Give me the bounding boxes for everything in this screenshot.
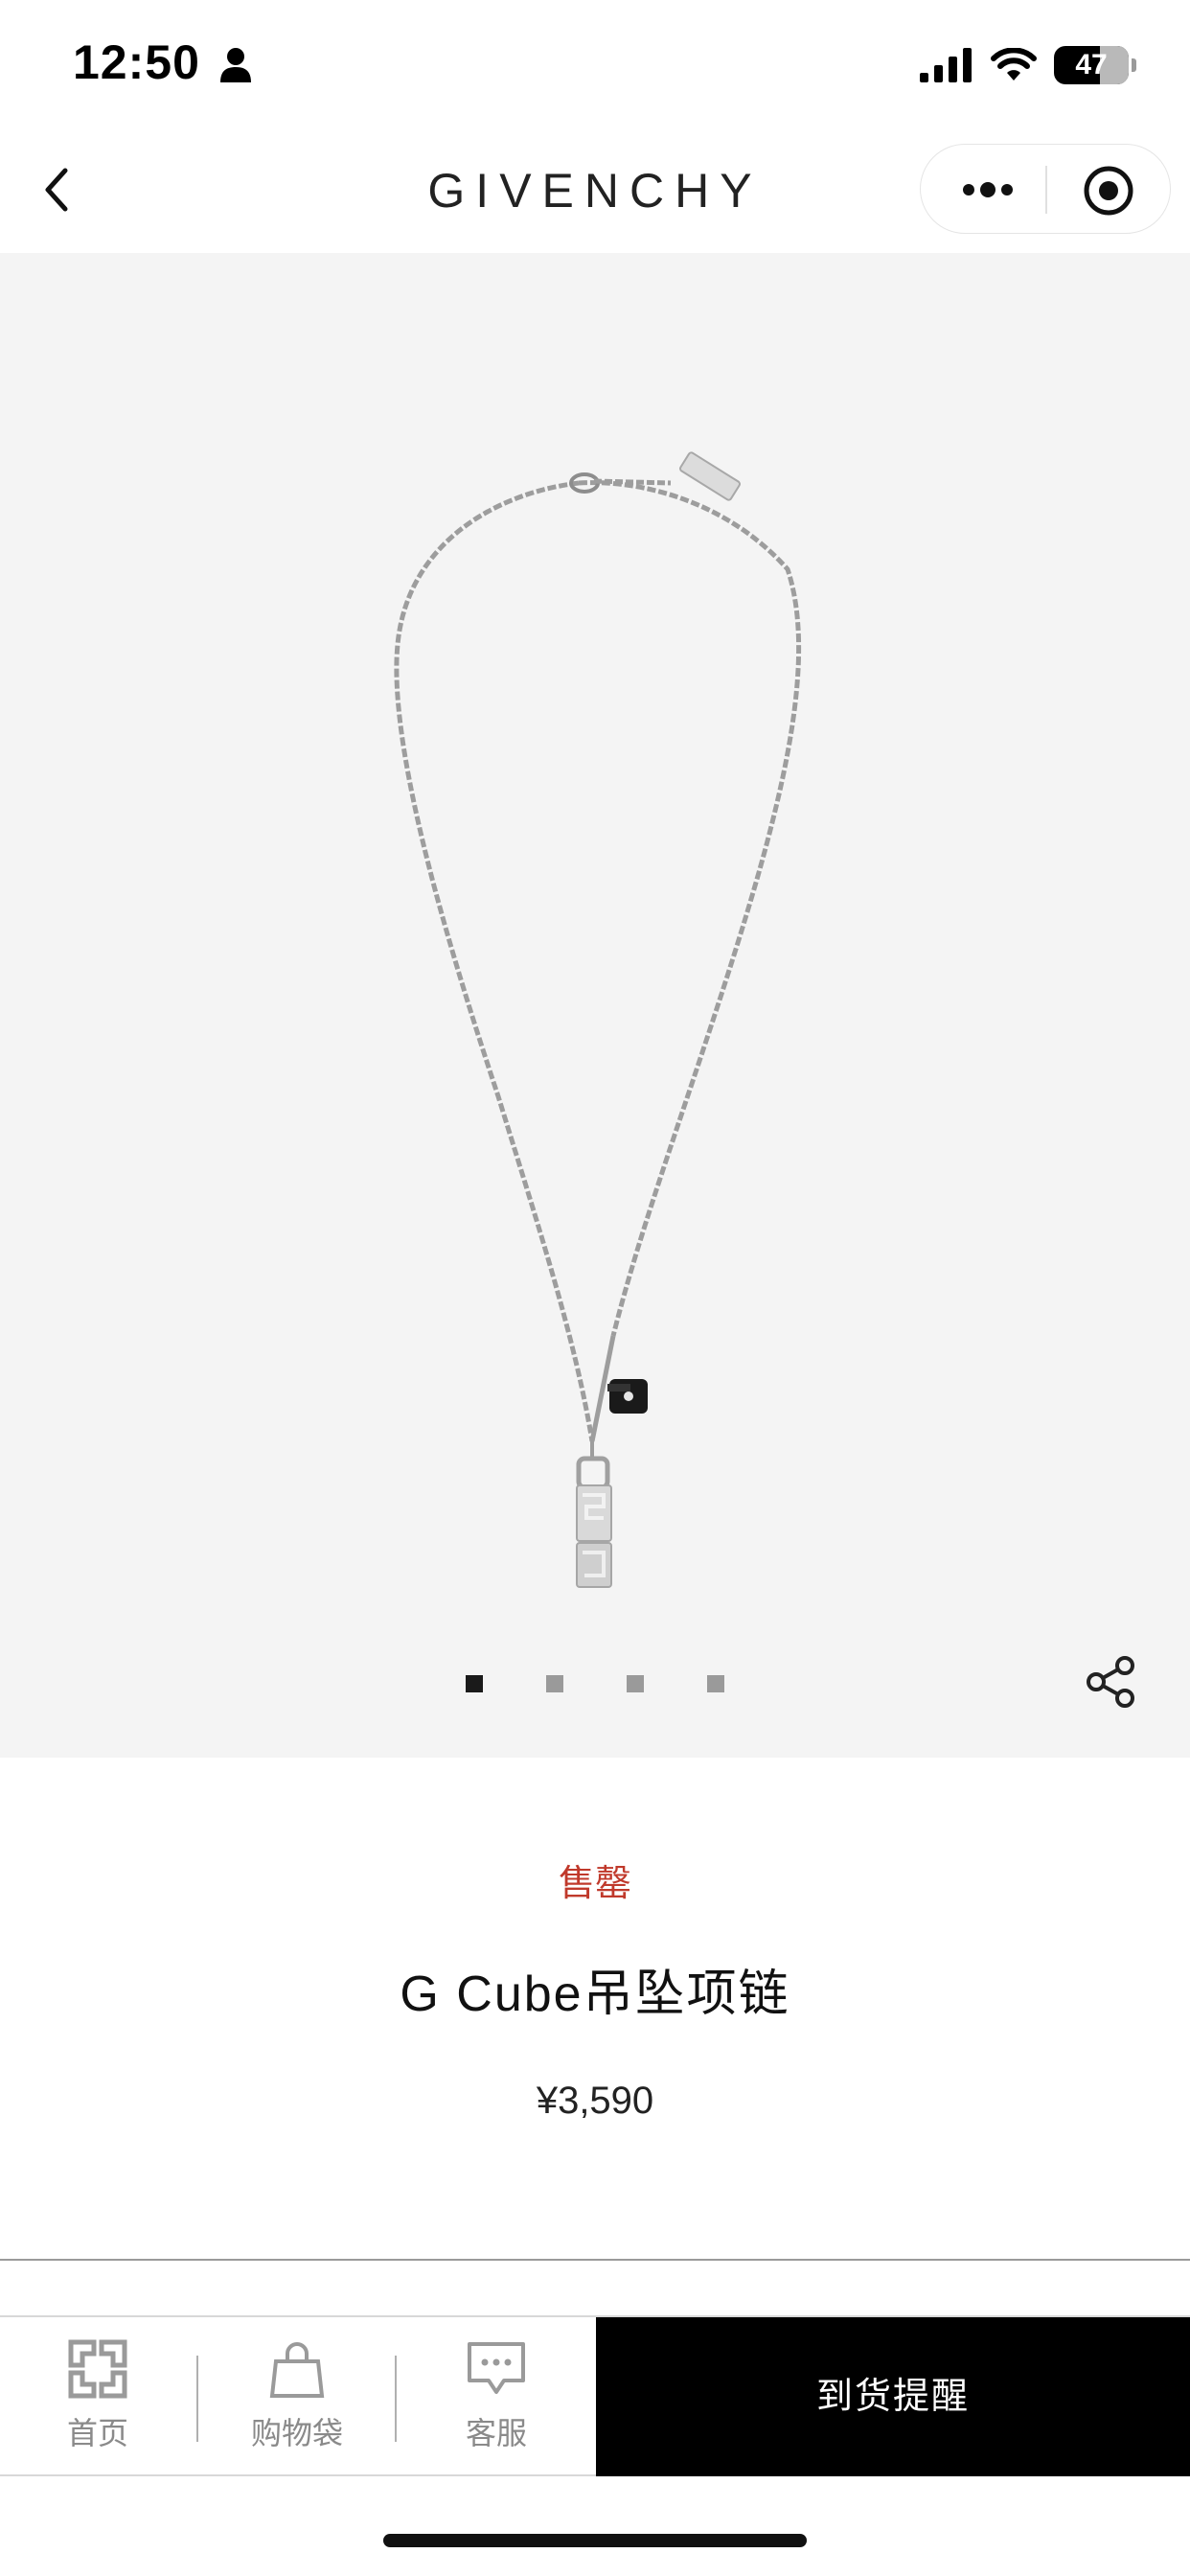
restock-notify-button[interactable]: 到货提醒 [596, 2317, 1190, 2476]
home-logo-icon [68, 2339, 127, 2399]
carousel-dot[interactable] [466, 1675, 483, 1692]
sold-out-label: 售罄 [558, 1862, 631, 1904]
nav-bar: GIVENCHY [0, 126, 1190, 253]
tab-home[interactable]: 首页 [31, 2338, 165, 2463]
product-name: G Cube吊坠项链 [400, 1966, 790, 2022]
share-icon[interactable] [1083, 1654, 1138, 1710]
shopping-bag-icon [269, 2342, 325, 2398]
signal-icon [920, 48, 972, 82]
home-indicator[interactable] [383, 2534, 807, 2547]
mini-program-capsule [920, 144, 1171, 234]
tab-customer-service[interactable]: 客服 [429, 2338, 563, 2463]
battery-icon: 47 [1054, 46, 1136, 84]
tab-shopping-bag[interactable]: 购物袋 [230, 2338, 364, 2463]
carousel-dot[interactable] [707, 1675, 724, 1692]
tab-customer-service-label: 客服 [465, 2415, 527, 2451]
carousel-dot[interactable] [546, 1675, 563, 1692]
bottom-action-bar: 首页 购物袋 客服 到货提醒 [0, 2315, 1190, 2476]
tab-home-label: 首页 [66, 2415, 128, 2451]
carousel-indicator [466, 1675, 724, 1692]
capsule-divider [1045, 166, 1047, 214]
status-indicators: 47 [920, 42, 1136, 88]
person-icon [220, 48, 251, 82]
tab-shopping-bag-label: 购物袋 [250, 2415, 343, 2451]
chat-icon [468, 2342, 525, 2394]
status-bar: 12:50 47 [0, 0, 1190, 126]
more-icon[interactable] [959, 166, 1017, 214]
product-gallery[interactable] [0, 253, 1190, 1758]
close-mini-program-icon[interactable] [1082, 164, 1135, 218]
tab-divider [196, 2356, 198, 2442]
wifi-icon [991, 48, 1037, 80]
status-time: 12:50 [73, 35, 200, 89]
battery-level: 47 [1075, 49, 1108, 80]
section-divider [0, 2259, 1190, 2261]
product-image[interactable] [0, 253, 1190, 1758]
tab-divider [395, 2356, 397, 2442]
product-price: ¥3,590 [536, 2080, 654, 2122]
carousel-dot[interactable] [627, 1675, 644, 1692]
